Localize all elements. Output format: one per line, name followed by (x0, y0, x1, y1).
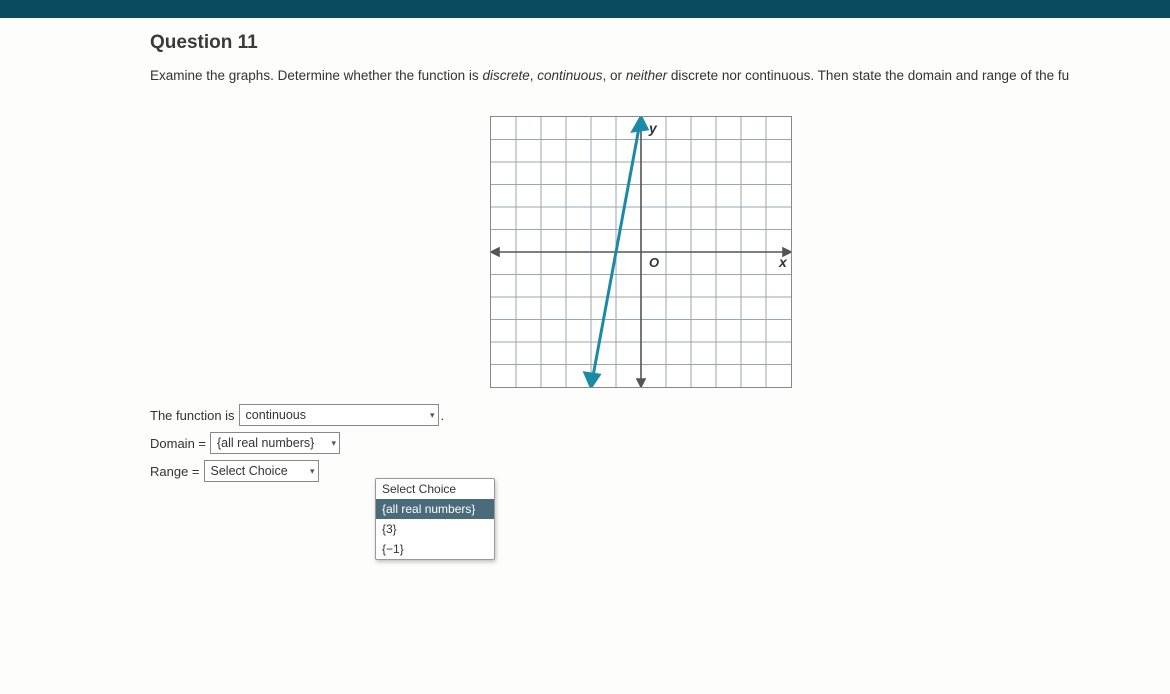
range-select[interactable]: Select Choice ▾ (204, 460, 319, 482)
prompt-text-a: Examine the graphs. Determine whether th… (150, 68, 482, 83)
answer-area: The function is continuous ▾ . Domain = … (150, 404, 444, 488)
function-graph: y x O (491, 117, 791, 387)
range-option-3[interactable]: {3} (376, 519, 494, 539)
chevron-down-icon: ▾ (310, 463, 315, 479)
graph-container: y x O (490, 116, 792, 388)
chevron-down-icon: ▾ (331, 435, 336, 451)
prompt-sep2: , or (603, 68, 626, 83)
range-label: Range = (150, 464, 200, 479)
range-option-placeholder[interactable]: Select Choice (376, 479, 494, 499)
chevron-down-icon: ▾ (430, 407, 435, 423)
question-prompt: Examine the graphs. Determine whether th… (150, 68, 1170, 83)
domain-select[interactable]: {all real numbers} ▾ (210, 432, 340, 454)
range-dropdown-list[interactable]: Select Choice {all real numbers} {3} {−1… (375, 478, 495, 560)
y-axis-label: y (648, 120, 658, 136)
range-option-neg1[interactable]: {−1} (376, 539, 494, 559)
range-value: Select Choice (211, 464, 288, 478)
domain-value: {all real numbers} (217, 436, 314, 450)
prompt-em-neither: neither (626, 68, 667, 83)
app-topbar (0, 0, 1170, 18)
prompt-em-continuous: continuous (537, 68, 602, 83)
domain-label: Domain = (150, 436, 206, 451)
range-option-all-real[interactable]: {all real numbers} (376, 499, 494, 519)
function-type-select[interactable]: continuous ▾ (239, 404, 439, 426)
period: . (441, 408, 445, 423)
prompt-em-discrete: discrete (482, 68, 529, 83)
x-axis-label: x (778, 254, 788, 270)
prompt-text-b: discrete nor continuous. Then state the … (667, 68, 1069, 83)
question-number: Question 11 (150, 32, 1170, 54)
function-is-label: The function is (150, 408, 235, 423)
function-type-value: continuous (246, 408, 306, 422)
origin-label: O (649, 255, 659, 270)
